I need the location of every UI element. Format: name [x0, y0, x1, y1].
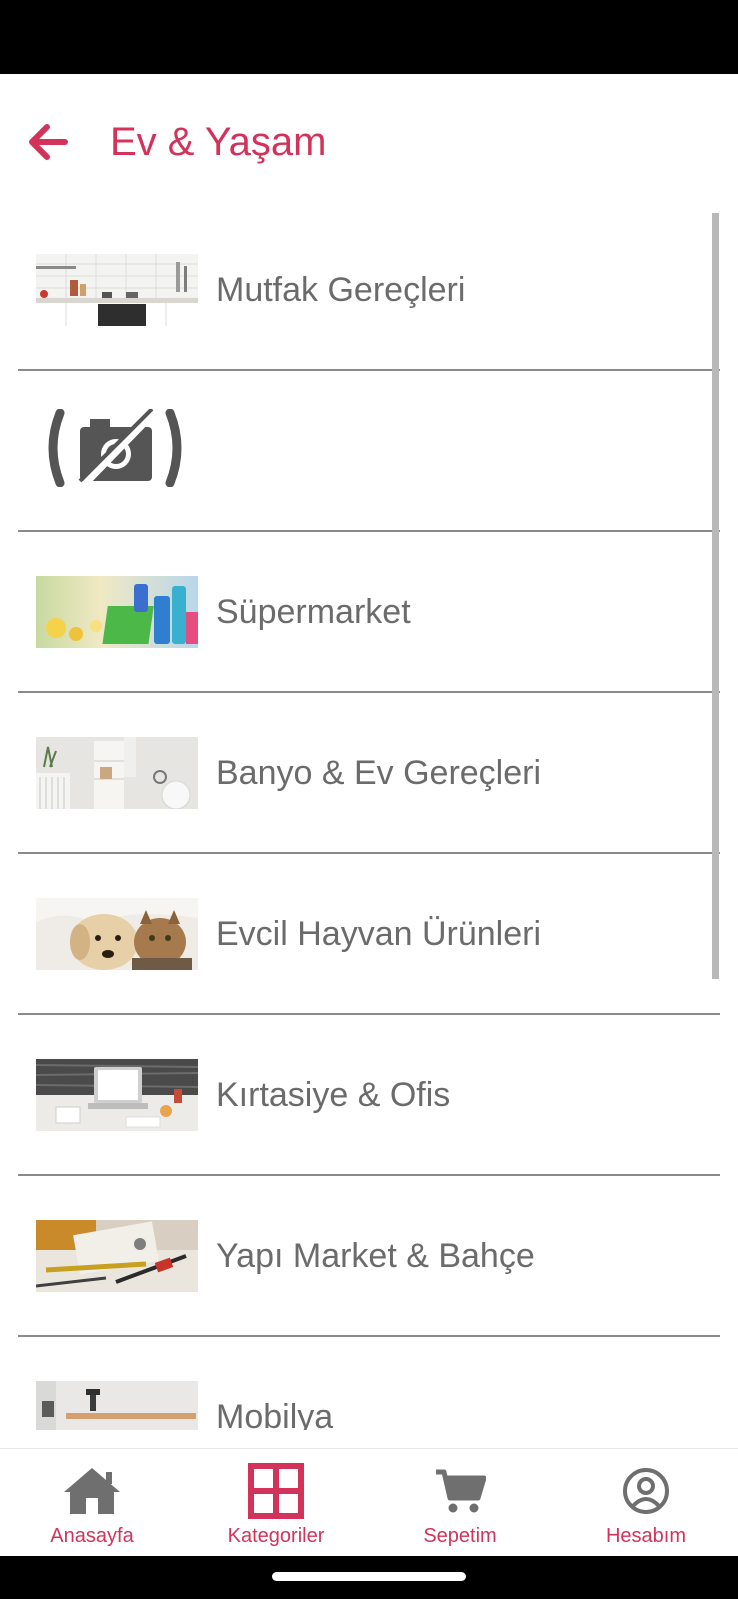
back-button[interactable]: [22, 112, 72, 172]
category-row-mobilya[interactable]: Mobilya: [18, 1337, 720, 1430]
category-label: Mobilya: [216, 1398, 334, 1430]
tab-label: Hesabım: [605, 1525, 687, 1547]
pets-image: [36, 898, 198, 970]
system-nav-bar: [0, 1556, 738, 1599]
category-list[interactable]: Mutfak Gereçleri Süpermarket Banyo & Ev …: [0, 210, 738, 1430]
category-label: Banyo & Ev Gereçleri: [216, 754, 542, 792]
arrow-left-icon: [29, 124, 68, 160]
category-row-evcil-hayvan[interactable]: Evcil Hayvan Ürünleri: [18, 854, 720, 1015]
tools-image: [36, 1220, 198, 1292]
home-icon: [60, 1463, 124, 1519]
tab-sepetim[interactable]: Sepetim: [368, 1449, 552, 1557]
bottom-tab-bar: Anasayfa Kategoriler Sepetim Hesabım: [0, 1448, 738, 1556]
office-desk-image: [36, 1059, 198, 1131]
category-row-no-image[interactable]: [18, 371, 720, 532]
cart-icon: [428, 1463, 492, 1519]
app-header: Ev & Yaşam: [0, 74, 738, 210]
category-label: Evcil Hayvan Ürünleri: [216, 915, 541, 953]
category-row-kirtasiye[interactable]: Kırtasiye & Ofis: [18, 1015, 720, 1176]
tab-label: Anasayfa: [50, 1525, 134, 1547]
cleaning-supplies-image: [36, 576, 198, 648]
kitchen-image: [36, 254, 198, 326]
category-label: Süpermarket: [216, 593, 411, 631]
bathroom-image: [36, 737, 198, 809]
status-bar: [0, 0, 738, 74]
home-gesture-pill[interactable]: [272, 1572, 466, 1581]
page-title: Ev & Yaşam: [110, 120, 327, 164]
category-label: Kırtasiye & Ofis: [216, 1076, 451, 1114]
category-row-supermarket[interactable]: Süpermarket: [18, 532, 720, 693]
no-image-camera-icon: [44, 409, 186, 487]
tab-hesabim[interactable]: Hesabım: [554, 1449, 738, 1557]
category-label: Yapı Market & Bahçe: [216, 1237, 535, 1275]
scrollbar[interactable]: [712, 213, 719, 979]
category-row-mutfak[interactable]: Mutfak Gereçleri: [18, 210, 720, 371]
tab-label: Sepetim: [423, 1525, 497, 1547]
tab-anasayfa[interactable]: Anasayfa: [0, 1449, 184, 1557]
category-row-yapi-market[interactable]: Yapı Market & Bahçe: [18, 1176, 720, 1337]
tab-label: Kategoriler: [227, 1525, 325, 1547]
tab-kategoriler[interactable]: Kategoriler: [184, 1449, 368, 1557]
account-icon: [614, 1463, 678, 1519]
category-label: Mutfak Gereçleri: [216, 271, 466, 309]
category-row-banyo[interactable]: Banyo & Ev Gereçleri: [18, 693, 720, 854]
furniture-image: [36, 1381, 198, 1430]
grid-icon: [244, 1463, 308, 1519]
